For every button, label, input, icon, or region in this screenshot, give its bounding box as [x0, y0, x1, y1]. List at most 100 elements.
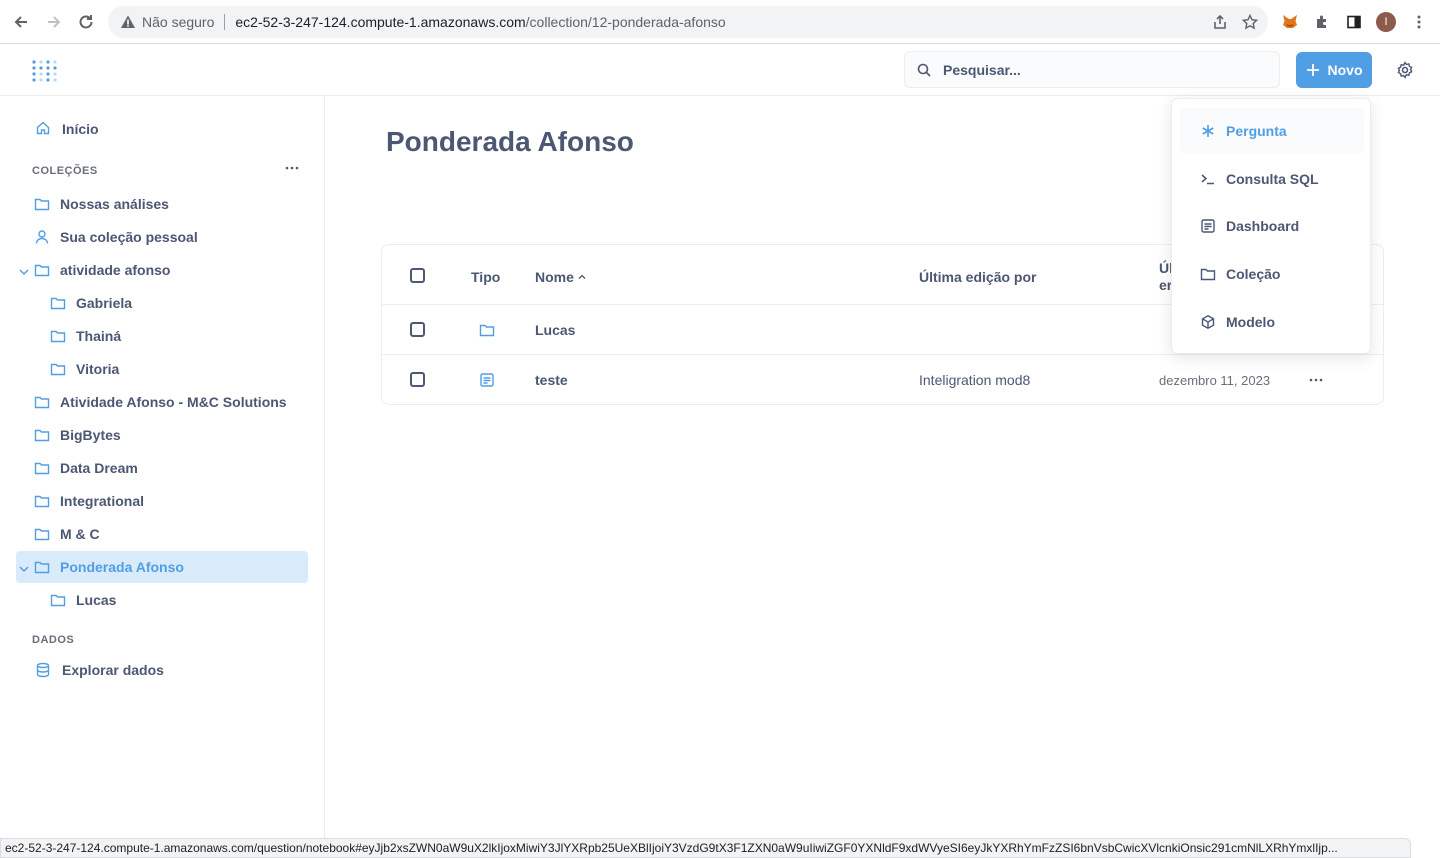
url-path: /collection/12-ponderada-afonso — [525, 14, 726, 30]
sidebar-item-label: Ponderada Afonso — [60, 559, 184, 575]
new-menu-model[interactable]: Modelo — [1180, 299, 1364, 345]
new-menu-dashboard[interactable]: Dashboard — [1180, 203, 1364, 249]
forward-icon[interactable] — [38, 6, 70, 38]
row-edited-at: dezembro 11, 2023 — [1159, 373, 1271, 388]
row-more-icon[interactable] — [1308, 372, 1324, 388]
folder-icon — [479, 322, 495, 338]
cube-icon — [1200, 314, 1216, 330]
chevron-down-icon[interactable] — [18, 266, 30, 278]
home-icon — [36, 121, 52, 137]
folder-icon — [34, 460, 50, 476]
bookmark-star-icon[interactable] — [1242, 14, 1258, 30]
sidebar-item-home[interactable]: Início — [36, 113, 99, 145]
search-input[interactable]: Pesquisar... — [904, 51, 1280, 88]
sidebar-item-label: M & C — [60, 526, 100, 542]
new-menu-label: Consulta SQL — [1226, 171, 1319, 187]
new-menu-label: Modelo — [1226, 314, 1275, 330]
sidebar-item-lucas[interactable]: Lucas — [50, 584, 116, 616]
side-panel-icon[interactable] — [1338, 6, 1370, 38]
header-last-edited-by[interactable]: Última edição por — [919, 269, 1036, 285]
sidebar-item-gabriela[interactable]: Gabriela — [50, 287, 132, 319]
folder-icon — [50, 295, 66, 311]
collections-more-icon[interactable] — [284, 160, 300, 176]
database-icon — [36, 662, 52, 678]
header-type[interactable]: Tipo — [471, 269, 500, 285]
sidebar-item-atividade-afonso-mc[interactable]: Atividade Afonso - M&C Solutions — [34, 386, 287, 418]
sidebar-item-m-and-c[interactable]: M & C — [34, 518, 100, 550]
new-menu-collection[interactable]: Coleção — [1180, 251, 1364, 297]
person-icon — [34, 229, 50, 245]
sidebar-item-label: Vitoria — [76, 361, 120, 377]
url-host: ec2-52-3-247-124.compute-1.amazonaws.com — [235, 14, 526, 30]
divider — [224, 14, 226, 30]
sidebar-item-label: Lucas — [76, 592, 117, 608]
sidebar-item-label: Sua coleção pessoal — [60, 229, 198, 245]
folder-icon — [34, 493, 50, 509]
back-icon[interactable] — [5, 6, 37, 38]
sidebar-item-personal-collection[interactable]: Sua coleção pessoal — [34, 221, 198, 253]
sidebar-item-ponderada-afonso[interactable]: Ponderada Afonso — [16, 551, 308, 583]
folder-icon — [34, 394, 50, 410]
reload-icon[interactable] — [70, 6, 102, 38]
new-menu-label: Coleção — [1226, 266, 1281, 282]
sidebar-item-atividade-afonso[interactable]: atividade afonso — [34, 254, 170, 286]
new-button[interactable]: Novo — [1296, 52, 1372, 88]
new-menu-label: Dashboard — [1226, 218, 1300, 234]
profile-avatar[interactable]: I — [1370, 6, 1402, 38]
settings-gear-icon[interactable] — [1396, 61, 1414, 79]
profile-initial: I — [1376, 12, 1396, 32]
new-menu: Pergunta Consulta SQL Dashboard Coleção … — [1171, 98, 1371, 354]
home-label: Início — [62, 121, 99, 137]
dashboard-icon — [1200, 218, 1216, 234]
row-checkbox[interactable] — [410, 322, 425, 337]
browser-toolbar: Não seguro ec2-52-3-247-124.compute-1.am… — [0, 0, 1440, 44]
app-header: Pesquisar... Novo — [0, 45, 1440, 96]
plus-icon — [1306, 63, 1320, 77]
sidebar-item-integrational[interactable]: Integrational — [34, 485, 144, 517]
share-icon[interactable] — [1212, 14, 1228, 30]
folder-icon — [50, 592, 66, 608]
sidebar-item-thaina[interactable]: Thainá — [50, 320, 121, 352]
explore-data-label: Explorar dados — [62, 662, 164, 678]
header-name-label: Nome — [535, 269, 574, 285]
browser-menu-icon[interactable] — [1403, 6, 1435, 38]
chevron-down-icon[interactable] — [18, 563, 30, 575]
folder-icon — [50, 328, 66, 344]
row-edited-by: Inteligration mod8 — [919, 372, 1031, 388]
folder-icon — [34, 526, 50, 542]
folder-icon — [34, 196, 50, 212]
metabase-logo[interactable] — [30, 57, 58, 85]
sidebar-item-vitoria[interactable]: Vitoria — [50, 353, 119, 385]
row-name[interactable]: Lucas — [535, 322, 575, 338]
address-bar[interactable]: Não seguro ec2-52-3-247-124.compute-1.am… — [108, 6, 1268, 38]
row-checkbox[interactable] — [410, 372, 425, 387]
sidebar-item-label: Gabriela — [76, 295, 133, 311]
sort-asc-icon — [578, 273, 586, 281]
header-name[interactable]: Nome — [535, 269, 586, 285]
row-name[interactable]: teste — [535, 372, 568, 388]
sidebar-item-data-dream[interactable]: Data Dream — [34, 452, 138, 484]
sidebar: Início COLEÇÕES Nossas análises Sua cole… — [0, 96, 325, 858]
select-all-checkbox[interactable] — [410, 268, 425, 283]
sidebar-item-label: Integrational — [60, 493, 145, 509]
sidebar-item-explore-data[interactable]: Explorar dados — [36, 654, 164, 686]
new-menu-sql-query[interactable]: Consulta SQL — [1180, 156, 1364, 202]
terminal-icon — [1200, 171, 1216, 187]
status-bar-url: ec2-52-3-247-124.compute-1.amazonaws.com… — [0, 838, 1411, 858]
warning-icon — [120, 14, 136, 30]
new-menu-question[interactable]: Pergunta — [1180, 108, 1364, 154]
table-row[interactable]: teste Inteligration mod8 dezembro 11, 20… — [382, 355, 1383, 405]
puzzle-extensions-icon[interactable] — [1306, 6, 1338, 38]
sidebar-item-bigbytes[interactable]: BigBytes — [34, 419, 121, 451]
folder-icon — [50, 361, 66, 377]
new-button-label: Novo — [1327, 62, 1363, 78]
dashboard-icon — [479, 372, 495, 388]
folder-icon — [34, 559, 50, 575]
sidebar-item-nossas-analises[interactable]: Nossas análises — [34, 188, 169, 220]
collections-heading: COLEÇÕES — [32, 165, 98, 177]
folder-icon — [34, 427, 50, 443]
metamask-extension-icon[interactable] — [1274, 6, 1306, 38]
sidebar-item-label: Data Dream — [60, 460, 138, 476]
folder-icon — [1200, 266, 1216, 282]
asterisk-icon — [1200, 123, 1216, 139]
